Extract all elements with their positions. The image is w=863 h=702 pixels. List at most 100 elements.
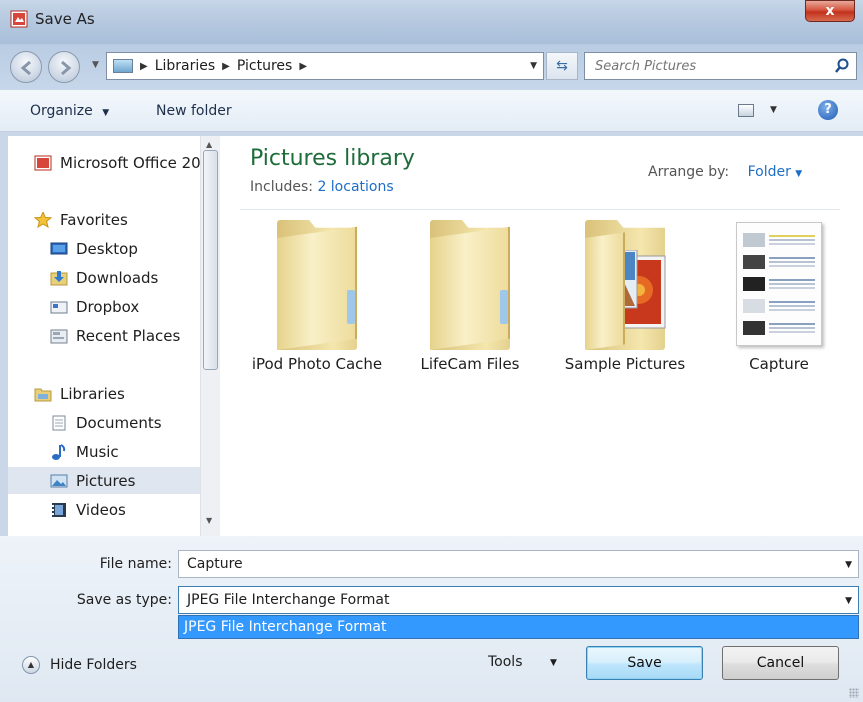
folder-with-photos-icon <box>585 220 666 350</box>
search-box[interactable] <box>584 52 857 80</box>
sidebar-item-documents[interactable]: Documents <box>50 409 162 436</box>
libraries-icon <box>34 388 52 401</box>
sidebar-item-label: Pictures <box>76 471 136 490</box>
help-icon[interactable]: ? <box>818 100 838 120</box>
includes-label: Includes: <box>250 179 313 195</box>
address-bar[interactable]: ▶ Libraries ▶ Pictures ▶ ▼ <box>106 52 544 80</box>
sidebar-scrollbar[interactable]: ▲ ▼ <box>200 136 220 536</box>
cancel-button[interactable]: Cancel <box>722 646 839 680</box>
close-button[interactable]: x <box>805 0 855 22</box>
chevron-down-icon[interactable]: ▼ <box>845 596 852 606</box>
organize-label: Organize <box>30 103 93 119</box>
hide-folders-button[interactable]: ▲ Hide Folders <box>22 656 137 674</box>
save-button[interactable]: Save <box>586 646 703 680</box>
arrange-label: Arrange by: <box>648 164 730 180</box>
navigation-pane: Microsoft Office 20 Favorites Desktop Do… <box>8 136 222 536</box>
tools-button[interactable]: Tools <box>488 654 523 670</box>
scroll-thumb[interactable] <box>203 150 218 370</box>
sidebar-item-label: Downloads <box>76 268 159 287</box>
sidebar-item-recent-places[interactable]: Recent Places <box>50 322 180 349</box>
divider <box>240 209 840 210</box>
pictures-folder-icon <box>113 59 133 73</box>
folder-icon <box>430 220 510 350</box>
new-folder-button[interactable]: New folder <box>156 103 232 119</box>
sidebar-item-microsoft-office[interactable]: Microsoft Office 20 <box>34 149 201 176</box>
scroll-up-icon[interactable]: ▲ <box>206 140 212 149</box>
chevron-down-icon[interactable]: ▼ <box>845 560 852 570</box>
chevron-right-icon[interactable]: ▶ <box>222 61 230 72</box>
sidebar-item-label: Favorites <box>60 210 128 229</box>
change-view-icon[interactable] <box>738 104 754 117</box>
organize-button[interactable]: Organize ▼ <box>30 103 109 119</box>
file-item-sample-pictures[interactable]: Sample Pictures <box>555 220 695 375</box>
sidebar-item-label: Recent Places <box>76 326 181 345</box>
window-title: Save As <box>35 10 95 28</box>
pictures-icon <box>50 474 68 487</box>
sidebar-item-desktop[interactable]: Desktop <box>50 235 138 262</box>
sidebar-item-label: Videos <box>76 500 126 519</box>
chevron-down-icon[interactable]: ▼ <box>550 658 557 668</box>
music-icon <box>52 443 66 460</box>
title-bar: Save As x <box>0 0 863 44</box>
chevron-down-icon[interactable]: ▼ <box>770 105 777 115</box>
back-button[interactable] <box>10 51 42 83</box>
sidebar-item-dropbox[interactable]: Dropbox <box>50 293 139 320</box>
arrange-by: Arrange by: Folder ▼ <box>648 164 802 180</box>
back-arrow-icon <box>20 60 31 76</box>
sidebar-item-label: Music <box>76 442 119 461</box>
search-icon <box>835 58 849 73</box>
file-list-pane: Pictures library Includes: 2 locations A… <box>222 136 863 536</box>
hide-folders-label: Hide Folders <box>50 657 137 673</box>
address-dropdown-icon[interactable]: ▼ <box>530 61 537 71</box>
file-item-label: iPod Photo Cache <box>251 355 383 373</box>
sidebar-item-favorites[interactable]: Favorites <box>34 206 128 233</box>
file-name-field[interactable]: Capture ▼ <box>178 550 859 578</box>
forward-arrow-icon <box>61 60 72 76</box>
file-item-label: LifeCam Files <box>420 355 520 373</box>
navigation-bar: ▼ ▶ Libraries ▶ Pictures ▶ ▼ ⇆ <box>0 44 863 90</box>
recent-pages-dropdown[interactable]: ▼ <box>92 60 99 70</box>
breadcrumb-pictures[interactable]: Pictures <box>237 58 292 74</box>
file-item-capture[interactable]: Capture <box>709 220 849 375</box>
image-thumbnail-icon <box>736 220 822 350</box>
videos-icon <box>52 502 66 517</box>
dropdown-option[interactable]: JPEG File Interchange Format <box>184 619 386 635</box>
sidebar-item-music[interactable]: Music <box>50 438 119 465</box>
documents-icon <box>52 415 66 430</box>
chevron-right-icon[interactable]: ▶ <box>299 61 307 72</box>
breadcrumb-libraries[interactable]: Libraries <box>155 58 215 74</box>
file-name-label: File name: <box>99 556 172 572</box>
sidebar-item-libraries[interactable]: Libraries <box>34 380 125 407</box>
dropbox-icon <box>50 301 68 313</box>
downloads-icon <box>50 270 68 285</box>
refresh-icon: ⇆ <box>556 58 568 74</box>
arrange-value: Folder <box>747 164 791 180</box>
save-type-select[interactable]: JPEG File Interchange Format ▼ <box>178 586 859 614</box>
chevron-up-icon: ▲ <box>22 656 40 674</box>
search-input[interactable] <box>595 57 815 75</box>
sidebar-item-label: Documents <box>76 413 162 432</box>
sidebar-item-label: Libraries <box>60 384 125 403</box>
chevron-right-icon[interactable]: ▶ <box>140 61 148 72</box>
sidebar-item-label: Microsoft Office 20 <box>60 153 201 172</box>
sidebar-item-pictures[interactable]: Pictures <box>8 467 208 494</box>
save-as-app-icon <box>10 10 28 28</box>
file-item-lifecam-files[interactable]: LifeCam Files <box>400 220 540 375</box>
sidebar-item-videos[interactable]: Videos <box>50 496 126 523</box>
sidebar-item-downloads[interactable]: Downloads <box>50 264 158 291</box>
folder-icon <box>277 220 357 350</box>
refresh-button[interactable]: ⇆ <box>546 52 578 80</box>
command-toolbar: Organize ▼ New folder ▼ ? <box>0 90 863 132</box>
arrange-by-dropdown[interactable]: Folder ▼ <box>748 164 803 180</box>
resize-grip[interactable] <box>849 688 859 698</box>
forward-button[interactable] <box>48 51 80 83</box>
chevron-down-icon: ▼ <box>102 108 110 118</box>
chevron-down-icon: ▼ <box>795 169 803 179</box>
file-item-label: Capture <box>749 355 809 373</box>
sidebar-item-label: Dropbox <box>76 297 140 316</box>
locations-link[interactable]: 2 locations <box>317 179 393 195</box>
file-name-value: Capture <box>187 556 243 572</box>
save-type-label: Save as type: <box>76 592 172 608</box>
scroll-down-icon[interactable]: ▼ <box>206 516 212 525</box>
file-item-ipod-photo-cache[interactable]: iPod Photo Cache <box>247 220 387 375</box>
